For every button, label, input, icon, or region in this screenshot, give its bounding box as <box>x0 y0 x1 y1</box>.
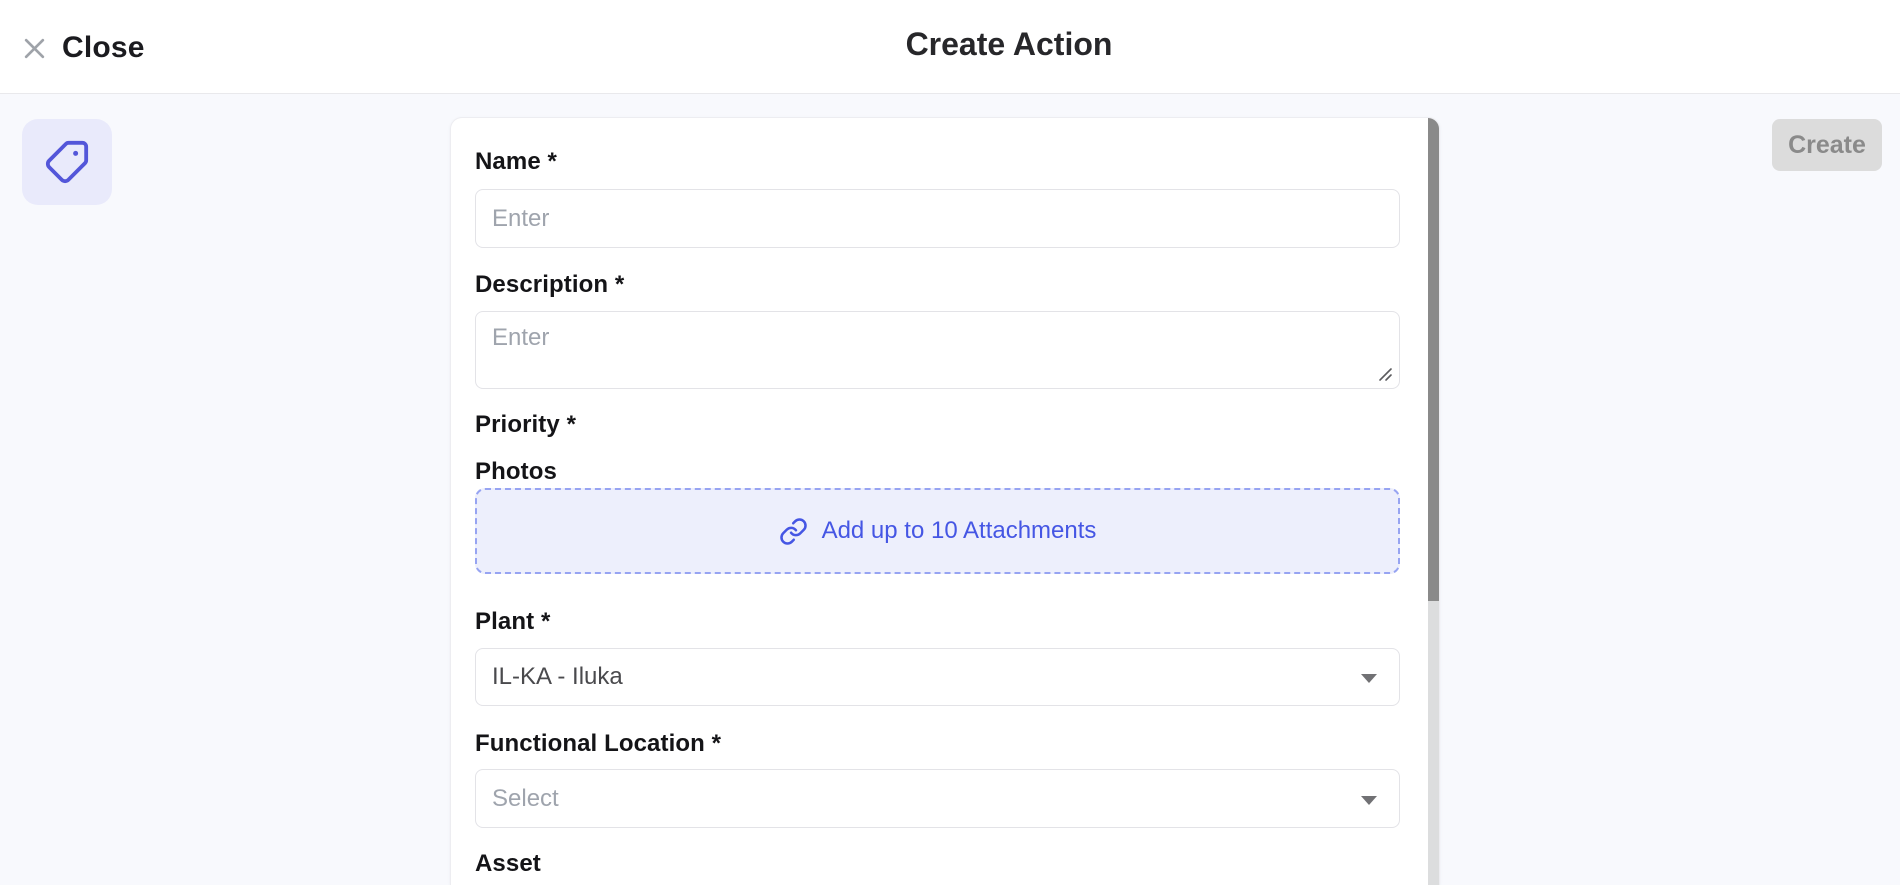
asset-label: Asset <box>475 851 1400 877</box>
add-attachments-label: Add up to 10 Attachments <box>822 517 1097 545</box>
header-bar: Close Create Action <box>0 0 1900 94</box>
description-textarea[interactable] <box>475 311 1400 389</box>
create-action-form-card: Name * Description * Priority * Photos A… <box>450 117 1440 885</box>
chevron-down-icon <box>1361 796 1377 805</box>
close-button[interactable]: Close <box>22 31 145 65</box>
plant-label: Plant * <box>475 609 1400 635</box>
chevron-down-icon <box>1361 674 1377 683</box>
description-label: Description * <box>475 272 1400 298</box>
add-attachments-dropzone[interactable]: Add up to 10 Attachments <box>475 488 1400 574</box>
close-label: Close <box>62 31 145 65</box>
resize-grip-icon[interactable] <box>1376 365 1394 383</box>
name-input[interactable] <box>475 189 1400 248</box>
description-field-wrap <box>475 311 1400 389</box>
functional-location-placeholder: Select <box>492 785 559 813</box>
create-button[interactable]: Create <box>1772 119 1882 171</box>
plant-select[interactable]: IL-KA - Iluka <box>475 648 1400 706</box>
functional-location-label: Functional Location * <box>475 731 1400 757</box>
plant-selected-value: IL-KA - Iluka <box>492 663 623 691</box>
form-scrollbar-thumb[interactable] <box>1428 118 1439 601</box>
tag-icon <box>44 139 90 185</box>
photos-label: Photos <box>475 459 1400 485</box>
close-x-icon <box>22 36 47 61</box>
name-label: Name * <box>475 149 1400 175</box>
page-title: Create Action <box>906 26 1113 63</box>
form-scrollbar-track[interactable] <box>1428 118 1439 885</box>
link-icon <box>779 517 808 546</box>
sidebar-item-action-tag[interactable] <box>22 119 112 205</box>
functional-location-select[interactable]: Select <box>475 769 1400 828</box>
priority-label: Priority * <box>475 412 1400 438</box>
